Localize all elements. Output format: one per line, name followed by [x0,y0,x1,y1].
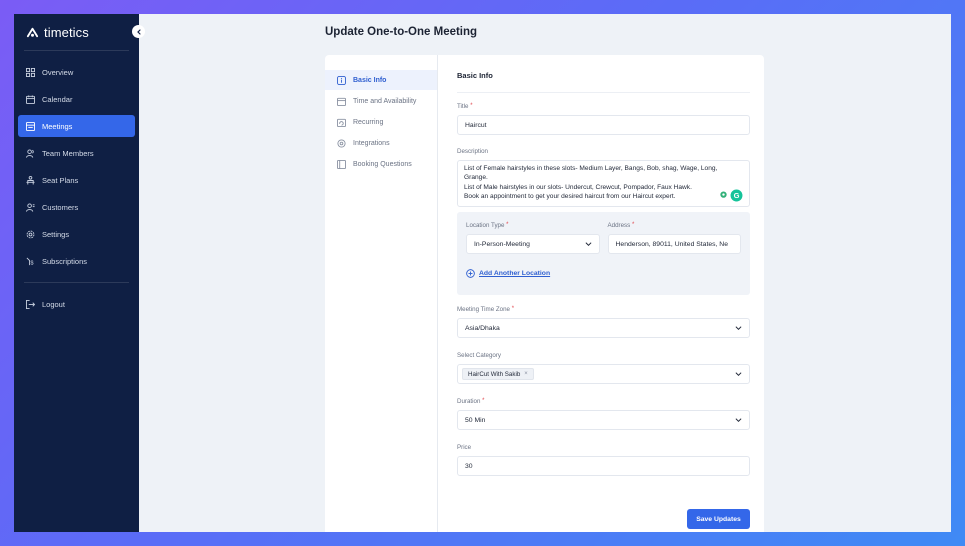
chevron-down-icon [735,418,742,423]
description-label: Description [457,148,488,155]
subscription-icon: $ [26,257,35,266]
sidebar-item-overview[interactable]: Overview [18,61,135,83]
calendar-icon [26,94,35,104]
location-row: Location Type * In-Person-Meeting Addres… [466,222,741,254]
chevron-down-icon [735,372,742,377]
step-label: Recurring [353,118,384,126]
step-basic-info[interactable]: Basic Info [325,70,437,90]
meetings-icon [26,121,35,131]
collapse-sidebar-button[interactable] [132,25,145,38]
chevron-down-icon [585,242,591,247]
location-type-select[interactable]: In-Person-Meeting [466,234,600,254]
sidebar-item-label: Settings [42,229,70,239]
app-window: timetics Overview Calendar Meetings Team… [14,14,951,532]
category-select[interactable]: HairCut With Sakib × [457,364,750,384]
logo[interactable]: timetics [14,14,139,50]
add-location-button[interactable]: Add Another Location [466,269,741,278]
title-label: Title * [457,103,473,110]
step-integrations[interactable]: Integrations [325,133,437,153]
plus-circle-icon [466,269,475,278]
description-textarea[interactable]: List of Female hairstyles in these slots… [457,160,750,207]
grid-icon [26,67,35,77]
category-chip: HairCut With Sakib × [462,368,534,380]
seat-icon [26,175,35,185]
price-label: Price [457,444,472,451]
address-group: Address * Henderson, 89011, United State… [607,222,741,254]
chevron-down-icon [735,326,742,331]
page-title: Update One-to-One Meeting [325,26,478,38]
sidebar-item-label: Subscriptions [42,256,88,266]
grammarly-widget[interactable]: G [719,189,743,202]
category-label: Select Category [457,352,502,359]
customers-icon [26,202,35,212]
recurring-icon [337,118,346,127]
sidebar-item-logout[interactable]: Logout [18,293,135,315]
sidebar-item-subscriptions[interactable]: $ Subscriptions [18,250,135,272]
address-label: Address * [607,222,635,229]
sidebar-item-meetings[interactable]: Meetings [18,115,135,137]
step-label: Booking Questions [353,160,412,168]
divider [24,282,129,283]
sidebar: timetics Overview Calendar Meetings Team… [14,14,145,532]
sidebar-item-team-members[interactable]: Team Members [18,142,135,164]
sidebar-item-customers[interactable]: Customers [18,196,135,218]
form-steps: Basic Info Time and Availability Recurri… [325,55,438,532]
step-time-availability[interactable]: Time and Availability [325,91,437,111]
section-title: Basic Info [457,71,750,93]
sidebar-item-label: Calendar [42,94,73,104]
save-updates-button[interactable]: Save Updates [687,509,750,529]
remove-chip-icon[interactable]: × [524,371,528,377]
address-input[interactable]: Henderson, 89011, United States, Ne [607,234,741,254]
location-type-group: Location Type * In-Person-Meeting [466,222,600,254]
step-label: Integrations [353,139,390,147]
timezone-label: Meeting Time Zone * [457,306,515,313]
sidebar-item-label: Meetings [42,121,73,131]
app-name: timetics [44,24,89,40]
logo-icon [26,27,39,37]
calendar-icon [337,97,346,106]
duration-label: Duration * [457,398,485,405]
grammarly-icon: G [730,189,743,202]
info-icon [337,75,346,85]
duration-field-group: Duration * 50 Min [457,398,750,430]
location-box: Location Type * In-Person-Meeting Addres… [457,212,750,295]
basic-info-form: Basic Info Title * Haircut Description L… [438,55,764,532]
price-field-group: Price 30 [457,444,750,476]
sidebar-item-label: Overview [42,67,74,77]
title-field-group: Title * Haircut [457,103,750,135]
step-booking-questions[interactable]: Booking Questions [325,154,437,174]
step-label: Basic Info [353,76,387,84]
location-pin-icon [720,191,727,198]
users-icon [26,148,35,158]
integrations-icon [337,138,346,148]
logout-icon [26,299,35,309]
price-input[interactable]: 30 [457,456,750,476]
chevron-left-icon [136,28,141,35]
sidebar-item-calendar[interactable]: Calendar [18,88,135,110]
category-field-group: Select Category HairCut With Sakib × [457,352,750,384]
sidebar-item-label: Logout [42,299,65,309]
meeting-form-card: Basic Info Time and Availability Recurri… [325,55,764,532]
sidebar-item-label: Customers [42,202,79,212]
main-content: Update One-to-One Meeting Basic Info Tim… [139,14,951,532]
description-field-group: Description List of Female hairstyles in… [457,148,750,207]
sidebar-nav: Overview Calendar Meetings Team Members [14,51,139,315]
svg-text:$: $ [31,260,34,265]
timezone-select[interactable]: Asia/Dhaka [457,318,750,338]
duration-select[interactable]: 50 Min [457,410,750,430]
sidebar-item-label: Team Members [42,148,94,158]
sidebar-item-seat-plans[interactable]: Seat Plans [18,169,135,191]
sidebar-item-label: Seat Plans [42,175,79,185]
timezone-field-group: Meeting Time Zone * Asia/Dhaka [457,306,750,338]
sidebar-item-settings[interactable]: Settings [18,223,135,245]
location-type-label: Location Type * [466,222,509,229]
svg-text:G: G [734,191,740,200]
step-recurring[interactable]: Recurring [325,112,437,132]
step-label: Time and Availability [353,97,417,105]
questions-icon [337,159,346,169]
title-input[interactable]: Haircut [457,115,750,135]
gear-icon [26,230,35,239]
